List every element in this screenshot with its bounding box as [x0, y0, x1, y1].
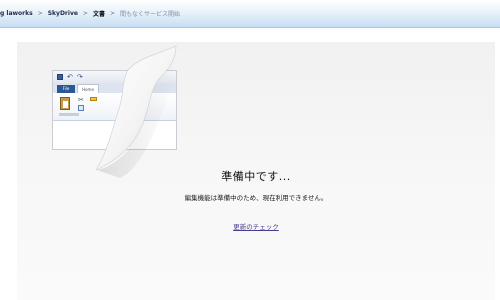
save-icon — [57, 74, 63, 80]
message-body: 編集機能は準備中のため、現在利用できません。 — [184, 194, 328, 202]
tab-file: File — [57, 85, 75, 93]
ribbon-body: ▾ ✂ — [53, 93, 176, 121]
breadcrumb-bar: g laworks > SkyDrive > 文書 > 間もなくサービス開始 — [0, 0, 500, 28]
tab-home: Home — [77, 84, 99, 93]
breadcrumb-item-laworks[interactable]: g laworks — [0, 10, 33, 17]
breadcrumb-separator: > — [82, 10, 88, 17]
undo-icon: ↶ — [67, 73, 73, 81]
redo-icon: ↷ — [76, 73, 83, 81]
ribbon-tabs: File Home — [53, 83, 176, 93]
breadcrumb-item-documents[interactable]: 文書 — [93, 9, 105, 18]
breadcrumb-item-skydrive[interactable]: SkyDrive — [48, 10, 78, 17]
format-painter-icon — [90, 97, 97, 101]
paste-icon — [60, 97, 70, 110]
quick-access-toolbar: ↶ ↷ — [53, 71, 176, 83]
status-message: 準備中です... 編集機能は準備中のため、現在利用できません。 更新のチェック — [17, 168, 495, 233]
word-preview-window: ↶ ↷ File Home ▾ ✂ — [52, 70, 177, 150]
breadcrumb-separator: > — [109, 10, 115, 17]
copy-icon — [78, 105, 84, 111]
breadcrumb-item-current: 間もなくサービス開始 — [120, 11, 181, 18]
message-title: 準備中です... — [221, 170, 291, 183]
breadcrumb-separator: > — [37, 10, 43, 17]
cut-icon: ✂ — [78, 96, 84, 104]
check-updates-link[interactable]: 更新のチェック — [233, 221, 279, 231]
ribbon-group-label — [59, 113, 79, 116]
